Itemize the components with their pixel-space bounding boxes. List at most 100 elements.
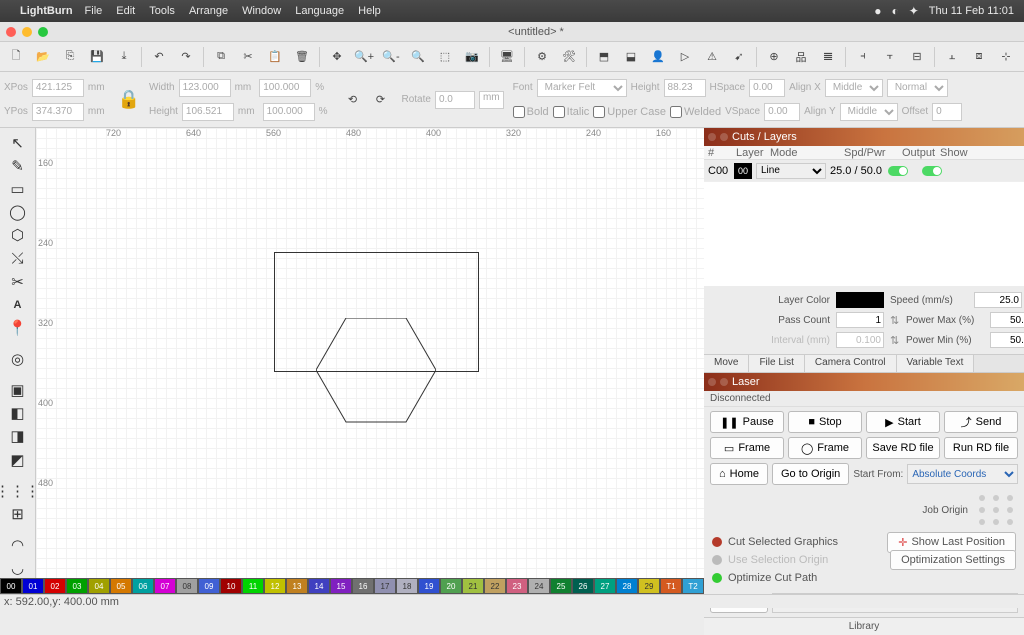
laser-panel-header[interactable]: Laser [704, 373, 1024, 391]
palette-26[interactable]: 26 [572, 578, 594, 594]
import-icon[interactable]: ⎘ [58, 45, 82, 69]
draw-tool-icon[interactable]: ✎ [4, 155, 32, 176]
dist3-icon[interactable]: ⊹ [994, 45, 1018, 69]
edit-tool-icon[interactable]: ✂ [4, 271, 32, 292]
group-icon[interactable]: ⬒ [592, 45, 616, 69]
rotate-input[interactable] [435, 91, 475, 109]
copy-icon[interactable]: ⧉ [209, 45, 233, 69]
rect-tool-icon[interactable]: ▭ [4, 178, 32, 199]
height-input[interactable] [182, 103, 234, 121]
tab-vartext[interactable]: Variable Text [897, 355, 975, 372]
align2-icon[interactable]: ⫟ [878, 45, 902, 69]
cut-icon[interactable]: ✂ [236, 45, 260, 69]
close-button[interactable] [6, 27, 16, 37]
open-icon[interactable]: 📂 [31, 45, 55, 69]
palette-03[interactable]: 03 [66, 578, 88, 594]
speed-input[interactable] [974, 292, 1022, 308]
send-button[interactable]: ⤴Send [944, 411, 1018, 433]
canvas[interactable]: 720 640 560 480 400 320 240 160 160 240 … [36, 128, 704, 608]
layer-color-swatch[interactable] [836, 292, 884, 308]
alignx-select[interactable]: Middle [825, 79, 883, 97]
devicesettings-icon[interactable]: 🛠 [557, 45, 581, 69]
start-button[interactable]: ▶Start [866, 411, 940, 433]
italic-check[interactable] [553, 106, 565, 118]
height-pct-input[interactable] [263, 103, 315, 121]
lock-icon[interactable]: 🔒 [112, 89, 146, 110]
palette-28[interactable]: 28 [616, 578, 638, 594]
hexagon-shape[interactable] [316, 318, 436, 428]
cuts-panel-header[interactable]: Cuts / Layers [704, 128, 1024, 146]
palette-24[interactable]: 24 [528, 578, 550, 594]
node-tool-icon[interactable]: ⤯ [4, 248, 32, 269]
width-pct-input[interactable] [259, 79, 311, 97]
palette-01[interactable]: 01 [22, 578, 44, 594]
new-icon[interactable]: 🗋 [4, 45, 28, 69]
dist1-icon[interactable]: ⫠ [940, 45, 964, 69]
joborigin-grid[interactable] [976, 493, 1016, 527]
palette-T1[interactable]: T1 [660, 578, 682, 594]
pause-button[interactable]: ❚❚Pause [710, 411, 784, 433]
status-globe-icon[interactable]: ✦ [909, 4, 919, 18]
palette-14[interactable]: 14 [308, 578, 330, 594]
aligny-select[interactable]: Middle [840, 103, 898, 121]
palette-25[interactable]: 25 [550, 578, 572, 594]
palette-11[interactable]: 11 [242, 578, 264, 594]
bold-check[interactable] [513, 106, 525, 118]
save-icon[interactable]: 💾 [85, 45, 109, 69]
show-toggle[interactable] [922, 166, 942, 176]
redo-icon[interactable]: ↷ [174, 45, 198, 69]
array-tool-icon[interactable]: ⊞ [4, 503, 32, 524]
ellipse-tool-icon[interactable]: ◯ [4, 202, 32, 223]
welded-check[interactable] [670, 106, 682, 118]
stop-button[interactable]: ■Stop [788, 411, 862, 433]
rotate-cw-icon[interactable]: ⟳ [368, 88, 392, 112]
warn-icon[interactable]: ⚠ [700, 45, 724, 69]
palette-19[interactable]: 19 [418, 578, 440, 594]
arc-tool-icon[interactable]: ◠ [4, 534, 32, 555]
text-tool-icon[interactable]: A [4, 294, 32, 315]
layer-mode-select[interactable]: Line [756, 163, 826, 179]
camera-icon[interactable]: 📷 [460, 45, 484, 69]
arrange1-icon[interactable]: 品 [789, 45, 813, 69]
menu-tools[interactable]: Tools [149, 5, 175, 17]
dist2-icon[interactable]: ⧈ [967, 45, 991, 69]
status-app-icon[interactable]: ◐ [891, 4, 898, 18]
palette-15[interactable]: 15 [330, 578, 352, 594]
palette-22[interactable]: 22 [484, 578, 506, 594]
marker-tool-icon[interactable]: 📍 [4, 318, 32, 339]
pan-icon[interactable]: ✥ [325, 45, 349, 69]
pmin-input[interactable] [990, 332, 1024, 348]
bool2-tool-icon[interactable]: ◨ [4, 426, 32, 447]
startfrom-select[interactable]: Absolute Coords [907, 464, 1018, 484]
vspace-input[interactable] [764, 103, 800, 121]
palette-05[interactable]: 05 [110, 578, 132, 594]
menu-edit[interactable]: Edit [116, 5, 135, 17]
palette-12[interactable]: 12 [264, 578, 286, 594]
align1-icon[interactable]: ⫞ [851, 45, 875, 69]
zoomfit-icon[interactable]: 🔍 [406, 45, 430, 69]
width-input[interactable] [179, 79, 231, 97]
panel-close-icon[interactable] [708, 133, 716, 141]
palette-20[interactable]: 20 [440, 578, 462, 594]
weld-tool-icon[interactable]: ▣ [4, 379, 32, 400]
hspace-input[interactable] [749, 79, 785, 97]
menu-help[interactable]: Help [358, 5, 381, 17]
unit-select[interactable]: mm [479, 91, 504, 109]
rotate-ccw-icon[interactable]: ⟲ [340, 88, 364, 112]
library-tab[interactable]: Library [704, 617, 1024, 635]
zoom-button[interactable] [38, 27, 48, 37]
palette-16[interactable]: 16 [352, 578, 374, 594]
goto-origin-button[interactable]: Go to Origin [772, 463, 849, 485]
runrd-button[interactable]: Run RD file [944, 437, 1018, 459]
palette-17[interactable]: 17 [374, 578, 396, 594]
layer-row-c00[interactable]: C00 00 Line 25.0 / 50.0 [704, 160, 1024, 182]
bool3-tool-icon[interactable]: ◩ [4, 449, 32, 470]
home-button[interactable]: ⌂Home [710, 463, 768, 485]
panel-float-icon[interactable] [720, 133, 728, 141]
zoomin-icon[interactable]: 🔍+ [352, 45, 376, 69]
menu-window[interactable]: Window [242, 5, 281, 17]
palette-00[interactable]: 00 [0, 578, 22, 594]
xpos-input[interactable] [32, 79, 84, 97]
palette-21[interactable]: 21 [462, 578, 484, 594]
menu-language[interactable]: Language [295, 5, 344, 17]
